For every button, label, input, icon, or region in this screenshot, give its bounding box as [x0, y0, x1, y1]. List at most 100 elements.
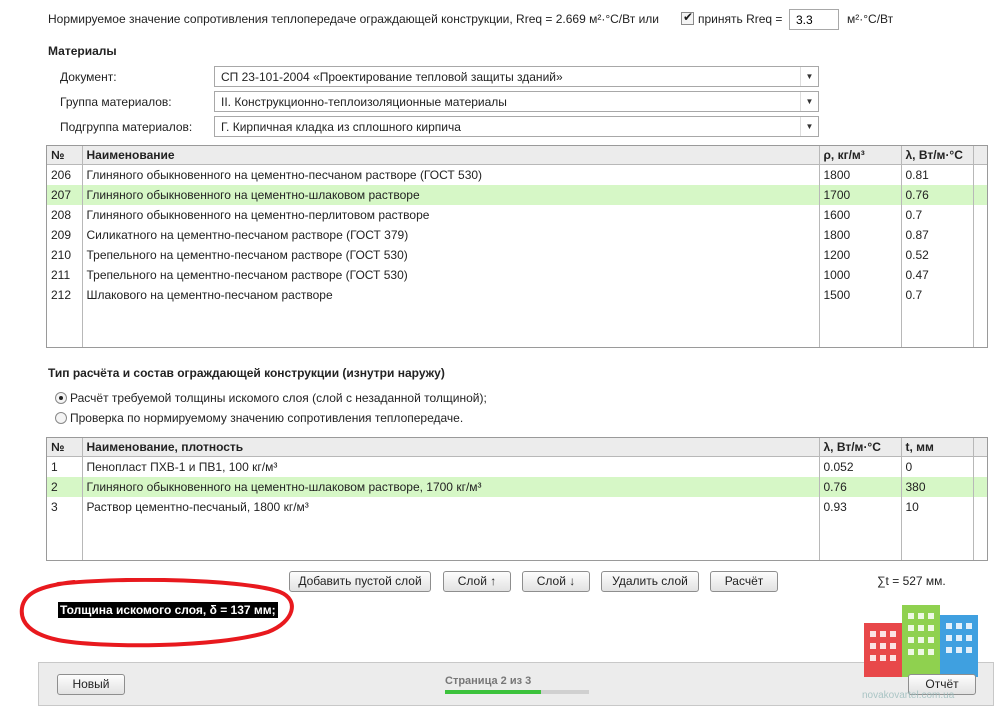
watermark-text: novakovartel.com.ua [862, 690, 955, 701]
layer-row[interactable]: 1 Пенопласт ПХВ-1 и ПВ1, 100 кг/м³ 0.052 0 [47, 456, 987, 477]
buildings-logo-icon [864, 605, 978, 677]
cell-name: Раствор цементно-песчаный, 1800 кг/м³ [82, 496, 820, 517]
table-row-selected[interactable]: 207 Глиняного обыкновенного на цементно-ш… [47, 184, 987, 205]
option1-label: Расчёт требуемой толщины искомого слоя (… [70, 390, 487, 405]
cell-name: Глиняного обыкновенного на цементно-песч… [82, 164, 820, 185]
group-value: II. Конструкционно-теплоизоляционные мат… [221, 95, 507, 109]
cell-spacer [973, 476, 987, 497]
col-number[interactable]: № [47, 438, 83, 457]
cell-lambda: 0.7 [901, 284, 974, 305]
materials-title: Материалы [48, 44, 117, 58]
table-row[interactable]: 210 Трепельного на цементно-песчаном раст… [47, 244, 987, 265]
layer-down-button[interactable]: Слой ↓ [522, 571, 590, 592]
cell-name: Глиняного обыкновенного на цементно-шлак… [82, 184, 820, 205]
norm-text: Нормируемое значение сопротивления тепло… [48, 12, 659, 26]
rreq-unit: м²·°С/Вт [847, 12, 894, 26]
table-row[interactable]: 209 Силикатного на цементно-песчаном раст… [47, 224, 987, 245]
sum-thickness: ∑t = 527 мм. [877, 574, 946, 588]
accept-rreq[interactable]: ✔ принять Rreq = [681, 10, 782, 26]
table-row[interactable]: 211 Трепельного на цементно-песчаном раст… [47, 264, 987, 285]
calculate-button[interactable]: Расчёт [710, 571, 778, 592]
radio-unselected[interactable] [55, 411, 67, 424]
check-icon: ✔ [683, 10, 694, 25]
accept-checkbox[interactable]: ✔ [681, 10, 694, 26]
chevron-down-icon[interactable]: ▼ [800, 117, 818, 136]
col-spacer [973, 146, 987, 165]
cell-number: 211 [47, 264, 83, 285]
radio-selected[interactable] [55, 391, 67, 404]
layers-table: № Наименование, плотность λ, Вт/м·°С t, … [46, 437, 988, 561]
table-row[interactable]: 212 Шлакового на цементно-песчаном раство… [47, 284, 987, 305]
layer-row[interactable]: 3 Раствор цементно-песчаный, 1800 кг/м³ 0.… [47, 496, 987, 517]
cell-thickness[interactable]: 0 [901, 456, 974, 477]
cell-lambda: 0.76 [819, 476, 902, 497]
result-text: Толщина искомого слоя, δ = 137 мм; [58, 602, 278, 618]
cell-lambda: 0.47 [901, 264, 974, 285]
cell-number: 208 [47, 204, 83, 225]
cell-lambda: 0.87 [901, 224, 974, 245]
cell-density: 1600 [819, 204, 902, 225]
cell-thickness[interactable]: 380 [901, 476, 974, 497]
document-value: СП 23-101-2004 «Проектирование тепловой … [221, 70, 563, 84]
page-indicator: Страница 2 из 3 [445, 675, 532, 687]
group-label: Группа материалов: [60, 95, 172, 109]
cell-lambda: 0.052 [819, 456, 902, 477]
document-label: Документ: [60, 70, 117, 84]
subgroup-select[interactable]: Г. Кирпичная кладка из сплошного кирпича… [214, 116, 819, 137]
cell-density: 1200 [819, 244, 902, 265]
cell-name: Глиняного обыкновенного на цементно-перл… [82, 204, 820, 225]
cell-lambda: 0.93 [819, 496, 902, 517]
cell-spacer [973, 225, 987, 245]
progress-fill [445, 690, 542, 694]
cell-spacer [973, 165, 987, 185]
chevron-down-icon[interactable]: ▼ [800, 67, 818, 86]
cell-lambda: 0.81 [901, 164, 974, 185]
layer-up-button[interactable]: Слой ↑ [443, 571, 511, 592]
cell-thickness[interactable]: 10 [901, 496, 974, 517]
delete-layer-button[interactable]: Удалить слой [601, 571, 699, 592]
cell-spacer [973, 457, 987, 477]
cell-name: Пенопласт ПХВ-1 и ПВ1, 100 кг/м³ [82, 456, 820, 477]
table-row[interactable]: 208 Глиняного обыкновенного на цементно-п… [47, 204, 987, 225]
chevron-down-icon[interactable]: ▼ [800, 92, 818, 111]
cell-lambda: 0.7 [901, 204, 974, 225]
table-filler [47, 516, 987, 560]
subgroup-label: Подгруппа материалов: [60, 120, 193, 134]
new-button[interactable]: Новый [57, 674, 125, 695]
col-number[interactable]: № [47, 146, 83, 165]
col-thickness[interactable]: t, мм [901, 438, 974, 457]
cell-number: 209 [47, 224, 83, 245]
cell-spacer [973, 497, 987, 517]
col-density[interactable]: ρ, кг/м³ [819, 146, 902, 165]
group-select[interactable]: II. Конструкционно-теплоизоляционные мат… [214, 91, 819, 112]
cell-number: 206 [47, 164, 83, 185]
cell-spacer [973, 205, 987, 225]
calc-option-check[interactable]: Проверка по нормируемому значению сопрот… [55, 410, 463, 425]
cell-number: 3 [47, 496, 83, 517]
table-row[interactable]: 206 Глиняного обыкновенного на цементно-п… [47, 164, 987, 185]
cell-spacer [973, 245, 987, 265]
col-lambda[interactable]: λ, Вт/м·°С [901, 146, 974, 165]
cell-name: Трепельного на цементно-песчаном раствор… [82, 244, 820, 265]
cell-number: 1 [47, 456, 83, 477]
col-lambda[interactable]: λ, Вт/м·°С [819, 438, 902, 457]
col-name-density[interactable]: Наименование, плотность [82, 438, 820, 457]
rreq-input[interactable] [789, 9, 839, 30]
cell-spacer [973, 285, 987, 305]
table-filler [47, 304, 987, 347]
cell-density: 1800 [819, 224, 902, 245]
subgroup-value: Г. Кирпичная кладка из сплошного кирпича [221, 120, 461, 134]
calc-option-thickness[interactable]: Расчёт требуемой толщины искомого слоя (… [55, 390, 487, 405]
calc-title: Тип расчёта и состав ограждающей констру… [48, 366, 445, 380]
cell-lambda: 0.76 [901, 184, 974, 205]
col-spacer [973, 438, 987, 457]
cell-density: 1800 [819, 164, 902, 185]
cell-spacer [973, 184, 987, 205]
add-empty-layer-button[interactable]: Добавить пустой слой [289, 571, 431, 592]
document-select[interactable]: СП 23-101-2004 «Проектирование тепловой … [214, 66, 819, 87]
materials-table: № Наименование ρ, кг/м³ λ, Вт/м·°С 206 Гл… [46, 145, 988, 348]
cell-name: Силикатного на цементно-песчаном раствор… [82, 224, 820, 245]
layer-row-selected[interactable]: 2 Глиняного обыкновенного на цементно-шла… [47, 476, 987, 497]
cell-name: Глиняного обыкновенного на цементно-шлак… [82, 476, 820, 497]
col-name[interactable]: Наименование [82, 146, 820, 165]
